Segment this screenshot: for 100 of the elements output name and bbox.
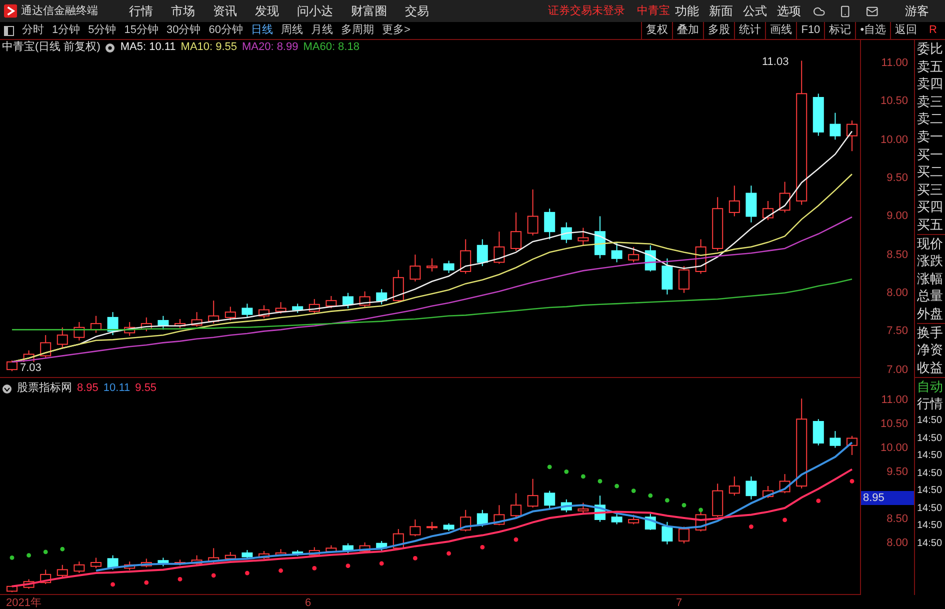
price-tick-label: 10.50	[879, 418, 908, 430]
candlestick	[746, 185, 757, 223]
candlestick	[628, 514, 640, 525]
toolbar-button[interactable]: 标记	[824, 22, 856, 39]
candlestick	[476, 238, 488, 267]
period-tab[interactable]: 分时	[18, 22, 48, 39]
quote-label: 外盘	[917, 304, 944, 322]
ma-number: 9.55	[216, 40, 238, 56]
candlestick	[56, 564, 68, 578]
candlestick	[90, 315, 102, 334]
ma-name: MA5:	[120, 40, 146, 56]
user-label[interactable]: 游客	[905, 2, 929, 20]
price-tick-label: 8.00	[886, 286, 908, 299]
tool-menu-item[interactable]: 功能	[670, 2, 704, 20]
candlestick	[124, 322, 136, 336]
toolbar-button[interactable]: F10	[796, 22, 824, 39]
menu-item[interactable]: 问小达	[288, 2, 342, 20]
menu-item[interactable]: 行情	[120, 2, 162, 20]
candlestick	[611, 242, 622, 263]
candlestick	[510, 212, 522, 252]
toolbar-button[interactable]: 画线	[765, 22, 796, 39]
date-label: 6	[305, 596, 312, 609]
tool-menu-item[interactable]: 新面	[704, 2, 738, 20]
signal-dot	[312, 566, 317, 570]
tool-menu-item[interactable]: 公式	[738, 2, 772, 20]
candlestick	[560, 498, 572, 513]
candlestick	[544, 490, 556, 510]
candlestick	[527, 478, 538, 508]
menu-item[interactable]: 资讯	[204, 2, 246, 20]
menu-item[interactable]: 财富圈	[342, 2, 396, 20]
candlestick	[208, 300, 220, 324]
candlestick	[242, 550, 253, 560]
menu-item[interactable]: 交易	[396, 2, 438, 20]
candlestick	[476, 509, 488, 528]
price-tick-label: 10.50	[879, 95, 908, 108]
signal-dot	[379, 561, 384, 566]
candlestick	[746, 476, 757, 500]
signal-dot	[346, 564, 350, 568]
menu-item[interactable]: 市场	[162, 2, 204, 20]
signal-dot	[782, 518, 787, 522]
signal-dot	[245, 570, 250, 576]
mail-icon[interactable]	[866, 4, 878, 18]
panel-toggle-icon[interactable]	[4, 26, 14, 36]
menu-item[interactable]: 发现	[246, 2, 288, 20]
candlestick	[242, 303, 253, 318]
quote-label: 卖二	[917, 110, 944, 128]
candlestick	[410, 254, 421, 282]
candlestick	[460, 238, 472, 274]
indicator-value: 10.11	[103, 381, 130, 396]
dropdown-icon[interactable]	[2, 384, 12, 394]
price-tick-label: 8.50	[886, 513, 908, 526]
candlestick	[376, 288, 388, 305]
quote-label: 卖五	[917, 58, 944, 76]
period-tab[interactable]: 日线	[247, 22, 277, 39]
candlestick	[392, 528, 404, 550]
price-tick-label: 7.50	[886, 325, 908, 338]
ma-name: MA10:	[180, 40, 213, 56]
period-tab[interactable]: 多周期	[337, 22, 378, 39]
stock-name: 中青宝	[637, 4, 670, 19]
period-tab[interactable]: 周线	[277, 22, 307, 39]
quote-label: 委比	[917, 40, 944, 58]
signal-dot	[816, 498, 821, 504]
signal-dot	[60, 546, 65, 552]
tick-panel-header[interactable]: 自动	[917, 378, 945, 395]
candlestick	[359, 290, 370, 308]
toolbar-button[interactable]: 统计	[734, 22, 766, 39]
price-tick-label: 9.50	[886, 466, 908, 478]
tick-panel-header[interactable]: 行情	[917, 395, 945, 412]
price-tick-label: 9.00	[886, 210, 908, 222]
period-tab[interactable]: 1分钟	[48, 22, 84, 39]
price-tick-label: 10.00	[879, 134, 908, 146]
candlestick	[23, 578, 34, 590]
toolbar-button[interactable]: 多股	[703, 22, 734, 39]
period-tab[interactable]: 15分钟	[120, 22, 162, 39]
candlestick	[594, 495, 606, 522]
candlestick	[644, 244, 656, 272]
period-tab[interactable]: 更多>	[378, 22, 414, 39]
toolbar-button[interactable]: 返回	[890, 22, 922, 39]
candlestick	[678, 526, 690, 544]
settings-icon[interactable]	[105, 42, 116, 52]
phone-icon[interactable]	[839, 4, 852, 18]
signal-dot	[665, 498, 670, 503]
period-tab[interactable]: 月线	[307, 22, 337, 39]
tool-menu-item[interactable]: 选项	[772, 2, 806, 20]
cloud-icon[interactable]	[813, 4, 826, 18]
quote-label: 换手	[917, 322, 945, 342]
period-tab[interactable]: 30分钟	[162, 22, 205, 39]
period-tab[interactable]: 5分钟	[84, 22, 120, 39]
period-tab[interactable]: 60分钟	[204, 22, 247, 39]
candlestick	[594, 216, 606, 259]
candlestick	[728, 185, 740, 217]
app-logo-icon	[4, 4, 18, 18]
candlestick	[140, 558, 152, 568]
candlestick	[560, 222, 572, 244]
candlestick	[174, 318, 186, 329]
date-label: 2021年	[6, 596, 42, 609]
toolbar-button[interactable]: 复权	[641, 22, 672, 39]
tick-time: 14:50	[917, 484, 944, 498]
toolbar-button[interactable]: •自选	[855, 22, 890, 39]
toolbar-button[interactable]: 叠加	[672, 22, 704, 39]
